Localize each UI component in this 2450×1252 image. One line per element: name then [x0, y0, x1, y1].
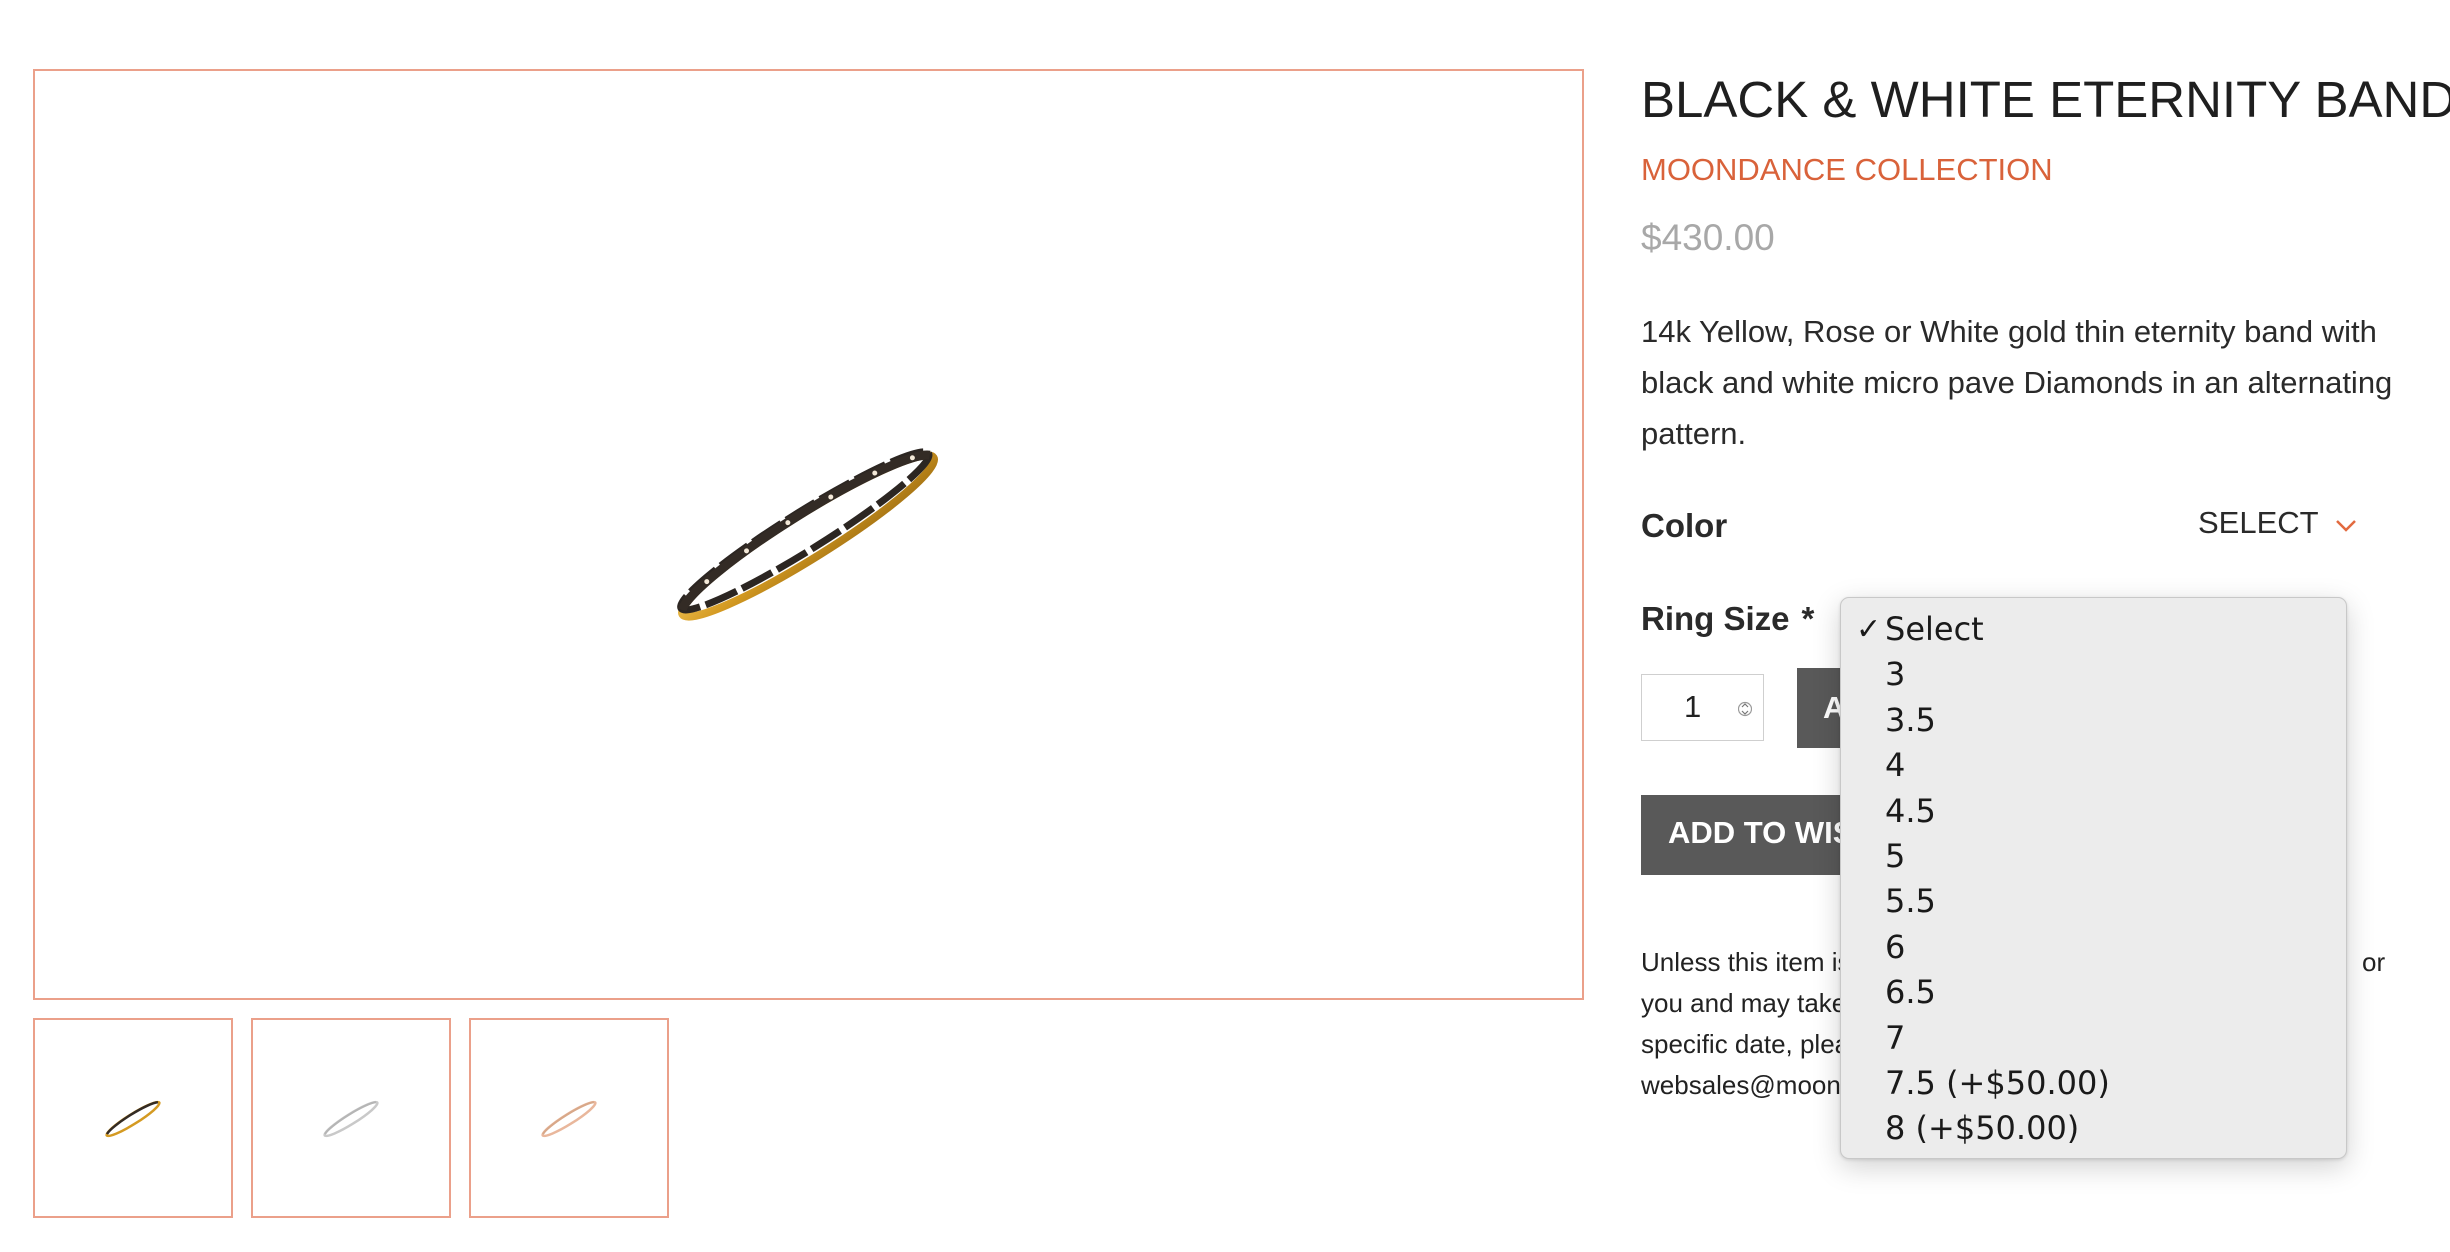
notice-trailing-fragment: or	[2362, 947, 2386, 977]
dropdown-option-label: 8 (+$50.00)	[1885, 1109, 2080, 1148]
ring-image	[677, 448, 939, 621]
dropdown-option-label: 5.5	[1885, 882, 1936, 921]
collection-link[interactable]: MOONDANCE COLLECTION	[1641, 152, 2053, 188]
dropdown-option-label: 6	[1885, 927, 1906, 966]
product-title: BLACK & WHITE ETERNITY BAND	[1641, 71, 2450, 128]
dropdown-option-size[interactable]: 8 (+$50.00)	[1841, 1106, 2346, 1151]
thumbnail-rose-gold[interactable]	[469, 1018, 669, 1218]
product-price: $430.00	[1641, 217, 1775, 258]
dropdown-option-size[interactable]: 7	[1841, 1016, 2346, 1061]
dropdown-option-label: 3	[1885, 655, 1906, 694]
dropdown-option-size[interactable]: 5	[1841, 834, 2346, 879]
quantity-stepper[interactable]: 1	[1641, 674, 1764, 741]
thumbnail-white-gold[interactable]	[251, 1018, 451, 1218]
dropdown-option-label: 4	[1885, 746, 1906, 785]
ring-thumbnail-icon	[105, 1100, 161, 1138]
dropdown-option-select[interactable]: ✓ Select	[1841, 607, 2346, 652]
ring-thumbnail-icon	[541, 1100, 597, 1138]
dropdown-option-size[interactable]: 6.5	[1841, 970, 2346, 1015]
product-description: 14k Yellow, Rose or White gold thin eter…	[1641, 314, 2393, 451]
dropdown-option-size[interactable]: 4	[1841, 743, 2346, 788]
ring-thumbnail-icon	[323, 1100, 379, 1138]
color-label-text: Color	[1641, 507, 1728, 544]
main-product-image[interactable]	[33, 69, 1584, 1000]
ring-size-label: Ring Size *	[1641, 600, 1814, 638]
dropdown-option-label: 7.5 (+$50.00)	[1885, 1063, 2110, 1102]
color-select-value: SELECT	[2198, 505, 2319, 540]
dropdown-option-size[interactable]: 4.5	[1841, 789, 2346, 834]
dropdown-option-size[interactable]: 6	[1841, 925, 2346, 970]
dropdown-option-label: 5	[1885, 836, 1906, 875]
chevron-down-icon	[2335, 505, 2357, 541]
checkmark-icon: ✓	[1856, 612, 1882, 647]
required-marker: *	[1801, 600, 1815, 637]
dropdown-option-size[interactable]: 5.5	[1841, 879, 2346, 924]
dropdown-option-size[interactable]: 3	[1841, 652, 2346, 697]
dropdown-option-label: Select	[1885, 610, 1984, 648]
dropdown-option-label: 6.5	[1885, 973, 1936, 1012]
dropdown-option-label: 4.5	[1885, 791, 1936, 830]
quantity-value: 1	[1684, 689, 1702, 724]
dropdown-option-size[interactable]: 3.5	[1841, 698, 2346, 743]
thumbnail-yellow-gold[interactable]	[33, 1018, 233, 1218]
dropdown-option-label: 3.5	[1885, 700, 1936, 739]
color-select[interactable]: SELECT	[2198, 505, 2357, 541]
dropdown-option-label: 7	[1885, 1018, 1906, 1057]
color-label: Color	[1641, 507, 1727, 545]
ring-size-label-text: Ring Size	[1641, 600, 1790, 637]
dropdown-option-size[interactable]: 7.5 (+$50.00)	[1841, 1061, 2346, 1106]
ring-size-dropdown[interactable]: ✓ Select 3 3.5 4 4.5 5 5.5 6 6.5 7 7.5 (…	[1840, 597, 2347, 1159]
stepper-arrows-icon[interactable]	[1737, 695, 1753, 723]
